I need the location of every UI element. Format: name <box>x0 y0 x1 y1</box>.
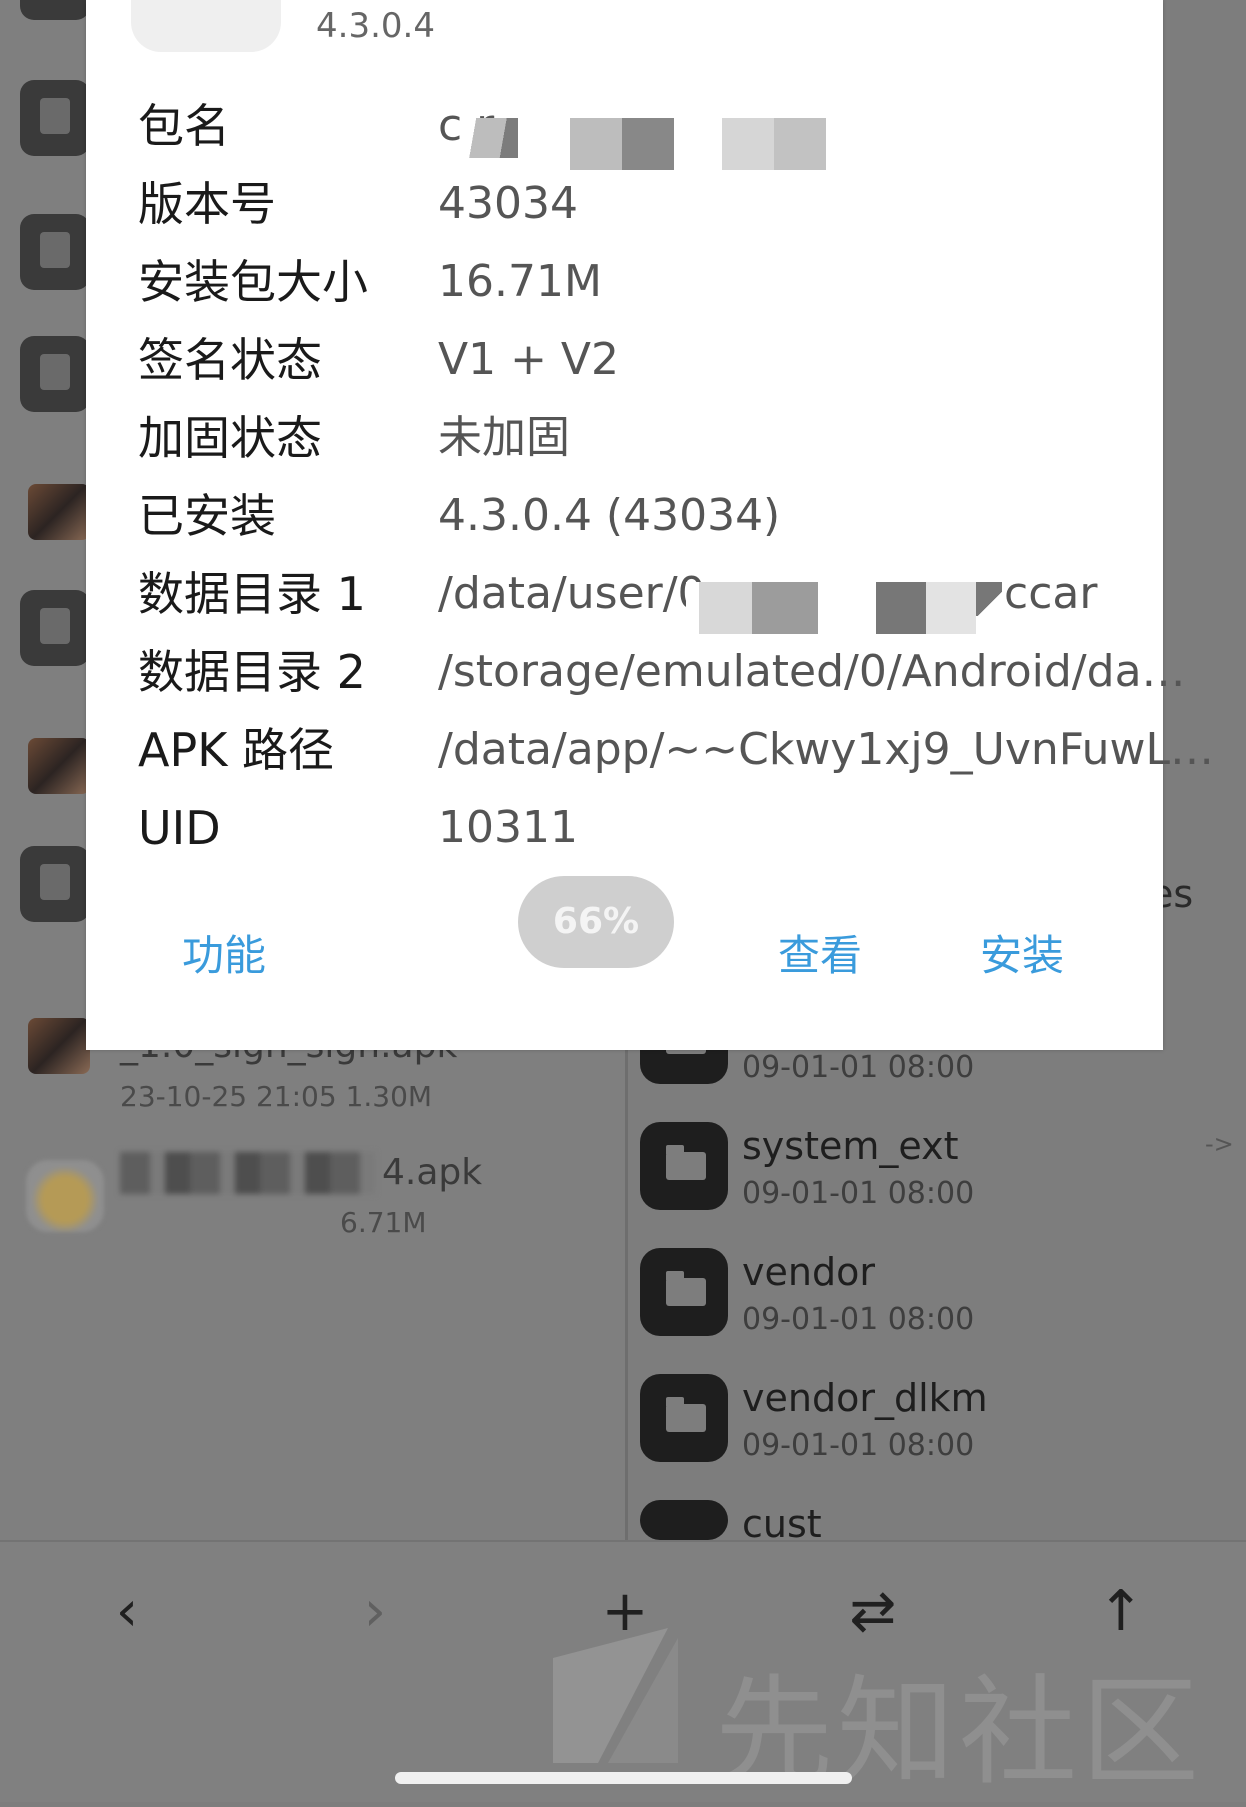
folder-icon[interactable] <box>640 1374 728 1462</box>
value-uid[interactable]: 10311 <box>438 800 578 856</box>
thumb-photo-1[interactable] <box>28 484 90 540</box>
link-arrow: -> <box>1205 1130 1234 1158</box>
redaction <box>876 582 976 634</box>
file-meta-apk: 6.71M <box>340 1206 427 1239</box>
value-data-dir-1[interactable]: /data/user/0. <box>438 566 720 622</box>
forward-icon[interactable]: › <box>340 1584 410 1640</box>
label-hardening-status: 加固状态 <box>138 411 322 465</box>
label-data-dir-1: 数据目录 1 <box>138 567 366 621</box>
android-icon <box>40 354 70 390</box>
folder-time: 09-01-01 08:00 <box>742 1428 975 1463</box>
folder-time: 09-01-01 08:00 <box>742 1050 975 1085</box>
function-button[interactable]: 功能 <box>182 922 266 983</box>
label-installed: 已安装 <box>138 489 276 543</box>
document-icon <box>40 864 70 900</box>
redaction <box>976 582 1002 616</box>
label-uid: UID <box>138 801 221 855</box>
folder-name-vendor-dlkm[interactable]: vendor_dlkm <box>742 1376 988 1420</box>
app-version: 4.3.0.4 <box>316 6 435 46</box>
label-apk-path: APK 路径 <box>138 723 334 777</box>
thumb-android-2[interactable] <box>20 336 90 412</box>
folder-time: 09-01-01 08:00 <box>742 1302 975 1337</box>
folder-icon[interactable] <box>640 1122 728 1210</box>
redaction <box>722 118 826 170</box>
label-data-dir-2: 数据目录 2 <box>138 645 366 699</box>
label-package-name: 包名 <box>138 99 230 153</box>
home-indicator[interactable] <box>395 1772 852 1784</box>
view-button[interactable]: 查看 <box>778 922 862 983</box>
thumb-document-2[interactable] <box>20 590 90 666</box>
folder-icon[interactable] <box>640 1248 728 1336</box>
redacted-file-name <box>120 1152 375 1194</box>
value-data-dir-1-suffix: ccar <box>1004 568 1098 619</box>
folder-name-vendor[interactable]: vendor <box>742 1250 875 1294</box>
value-version-code[interactable]: 43034 <box>438 176 578 232</box>
file-name-apk[interactable]: 4.apk <box>382 1152 482 1193</box>
thumb-document-3[interactable] <box>20 846 90 922</box>
thumb-photo-3[interactable] <box>28 1018 90 1074</box>
value-package-size[interactable]: 16.71M <box>438 254 602 310</box>
install-button[interactable]: 安装 <box>980 922 1064 983</box>
thumb-android-1[interactable] <box>20 80 90 156</box>
file-meta-sign-apk: 23-10-25 21:05 1.30M <box>120 1080 433 1113</box>
back-icon[interactable]: ‹ <box>92 1584 162 1640</box>
redaction <box>570 118 674 170</box>
thumb-document-1[interactable] <box>20 214 90 290</box>
thumb-android-top[interactable] <box>20 0 90 20</box>
folder-time: 09-01-01 08:00 <box>742 1176 975 1211</box>
label-signature-status: 签名状态 <box>138 333 322 387</box>
document-icon <box>40 608 70 644</box>
android-icon <box>40 98 70 134</box>
progress-percent-indicator: 66% <box>518 876 674 968</box>
label-package-size: 安装包大小 <box>138 255 368 309</box>
folder-icon[interactable] <box>640 1500 728 1540</box>
apk-file-icon <box>26 1160 104 1232</box>
redaction <box>464 118 518 158</box>
document-icon <box>40 232 70 268</box>
value-signature-status[interactable]: V1 + V2 <box>438 332 619 388</box>
app-icon <box>131 0 281 52</box>
value-installed[interactable]: 4.3.0.4 (43034) <box>438 488 780 544</box>
folder-name-system-ext[interactable]: system_ext <box>742 1124 958 1168</box>
value-data-dir-2[interactable]: /storage/emulated/0/Android/da… <box>438 644 1186 700</box>
redaction <box>686 582 818 634</box>
value-apk-path[interactable]: /data/app/~~Ckwy1xj9_UvnFuwL… <box>438 722 1214 778</box>
thumb-photo-2[interactable] <box>28 738 90 794</box>
value-hardening-status[interactable]: 未加固 <box>438 410 570 466</box>
apk-info-dialog: 4.3.0.4 包名 c r 版本号 43034 安装包大小 16.71M 签名… <box>86 0 1214 1050</box>
label-version-code: 版本号 <box>138 177 276 231</box>
